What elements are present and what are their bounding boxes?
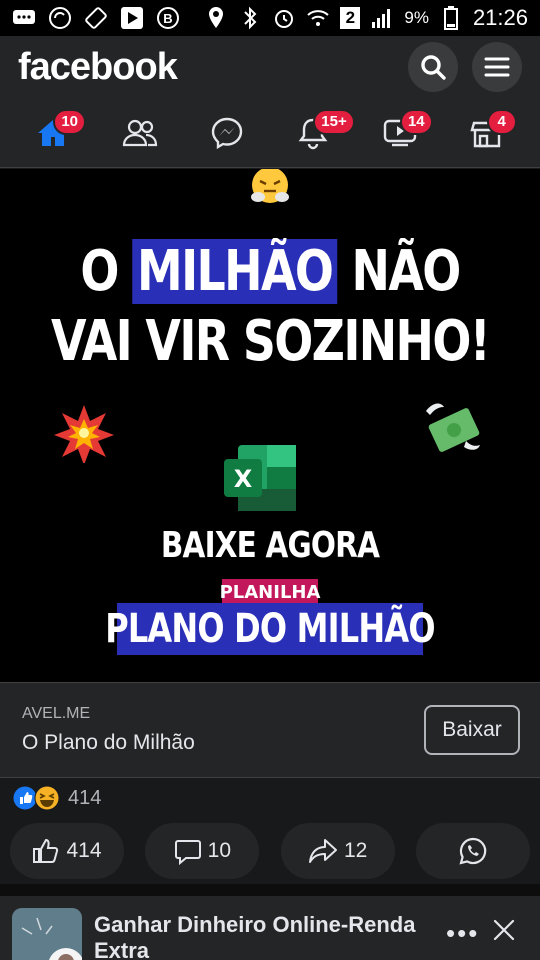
tab-friends[interactable] <box>110 103 170 163</box>
reaction-count: 414 <box>68 786 102 809</box>
haha-reaction-icon <box>34 785 60 811</box>
bluetooth-icon <box>238 6 262 30</box>
friends-icon <box>122 119 158 146</box>
like-count: 414 <box>66 839 102 862</box>
messenger-icon <box>211 117 242 149</box>
battery-percent: 9% <box>404 8 429 27</box>
battery-icon <box>439 6 463 30</box>
download-button[interactable]: Baixar <box>424 705 520 755</box>
hamburger-icon <box>484 57 510 77</box>
page-name[interactable]: Ganhar Dinheiro Online-Renda Extra <box>94 912 434 960</box>
alarm-icon <box>272 6 296 30</box>
page-avatar[interactable] <box>12 908 82 960</box>
marketplace-badge: 4 <box>486 108 517 135</box>
headline-line-2: VAI VIR SOZINHO! <box>50 309 491 374</box>
wifi-icon <box>306 6 330 30</box>
tab-marketplace[interactable]: 4 <box>457 103 517 163</box>
menu-button[interactable] <box>472 42 522 92</box>
avatar-image <box>12 908 82 960</box>
headline-line-1: O MILHÃO NÃO <box>80 239 461 304</box>
cta-download-text: BAIXE AGORA <box>160 525 380 566</box>
search-button[interactable] <box>408 42 458 92</box>
more-options-button[interactable]: ••• <box>446 918 479 949</box>
rotate-icon <box>84 6 108 30</box>
share-button[interactable]: 12 <box>280 823 395 879</box>
post-actions: 414 10 12 <box>0 818 540 884</box>
share-count: 12 <box>343 839 368 862</box>
thumbs-up-icon <box>33 838 59 863</box>
main-nav: 10 15+ 14 4 <box>0 98 540 168</box>
share-icon <box>308 839 337 863</box>
whatsapp-share-button[interactable] <box>415 823 530 879</box>
clock: 21:26 <box>472 5 528 30</box>
app-header: facebook <box>0 36 540 98</box>
home-badge: 10 <box>53 108 87 135</box>
tab-notifications[interactable]: 15+ <box>283 103 355 163</box>
explosion-icon <box>54 405 114 463</box>
status-bar: B 2 9% 21:26 <box>0 0 540 36</box>
link-preview[interactable]: AVEL.ME O Plano do Milhão Baixar <box>0 682 540 778</box>
b-icon: B <box>156 6 180 30</box>
spreadsheet-tag: PLANILHA <box>220 579 320 605</box>
link-domain: AVEL.ME <box>22 705 91 722</box>
whatsapp-icon <box>459 837 487 865</box>
play-icon <box>120 6 144 30</box>
ad-image[interactable]: O MILHÃO NÃO VAI VIR SOZINHO! X BAIXE AG… <box>0 169 540 682</box>
headline-highlight: MILHÃO <box>132 239 338 304</box>
sync-icon <box>48 6 72 30</box>
flying-money-icon <box>426 403 480 452</box>
like-button[interactable]: 414 <box>10 823 124 879</box>
steam-face-emoji-icon <box>251 169 289 203</box>
sim-icon: 2 <box>340 7 361 29</box>
search-icon <box>421 55 446 80</box>
location-icon <box>204 6 228 30</box>
next-post-header: Ganhar Dinheiro Online-Renda Extra ••• <box>0 896 540 960</box>
notifications-badge: 15+ <box>313 108 355 135</box>
reactions-summary[interactable]: 414 <box>0 778 540 818</box>
comment-button[interactable]: 10 <box>145 823 260 879</box>
product-title: PLANO DO MILHÃO <box>105 603 436 655</box>
tab-messenger[interactable] <box>197 103 257 163</box>
link-title[interactable]: O Plano do Milhão <box>22 731 195 755</box>
tab-home[interactable]: 10 <box>23 103 87 163</box>
facebook-logo[interactable]: facebook <box>18 46 178 89</box>
signal-icon <box>370 6 394 30</box>
close-icon[interactable] <box>490 916 518 944</box>
tab-watch[interactable]: 14 <box>370 103 433 163</box>
svg-text:B: B <box>163 11 172 26</box>
message-icon <box>12 6 36 30</box>
excel-logo-icon: X <box>224 445 296 511</box>
comment-icon <box>174 840 201 865</box>
svg-text:X: X <box>234 465 253 493</box>
watch-badge: 14 <box>399 108 433 135</box>
feed-separator <box>0 884 540 896</box>
comment-count: 10 <box>207 839 231 862</box>
